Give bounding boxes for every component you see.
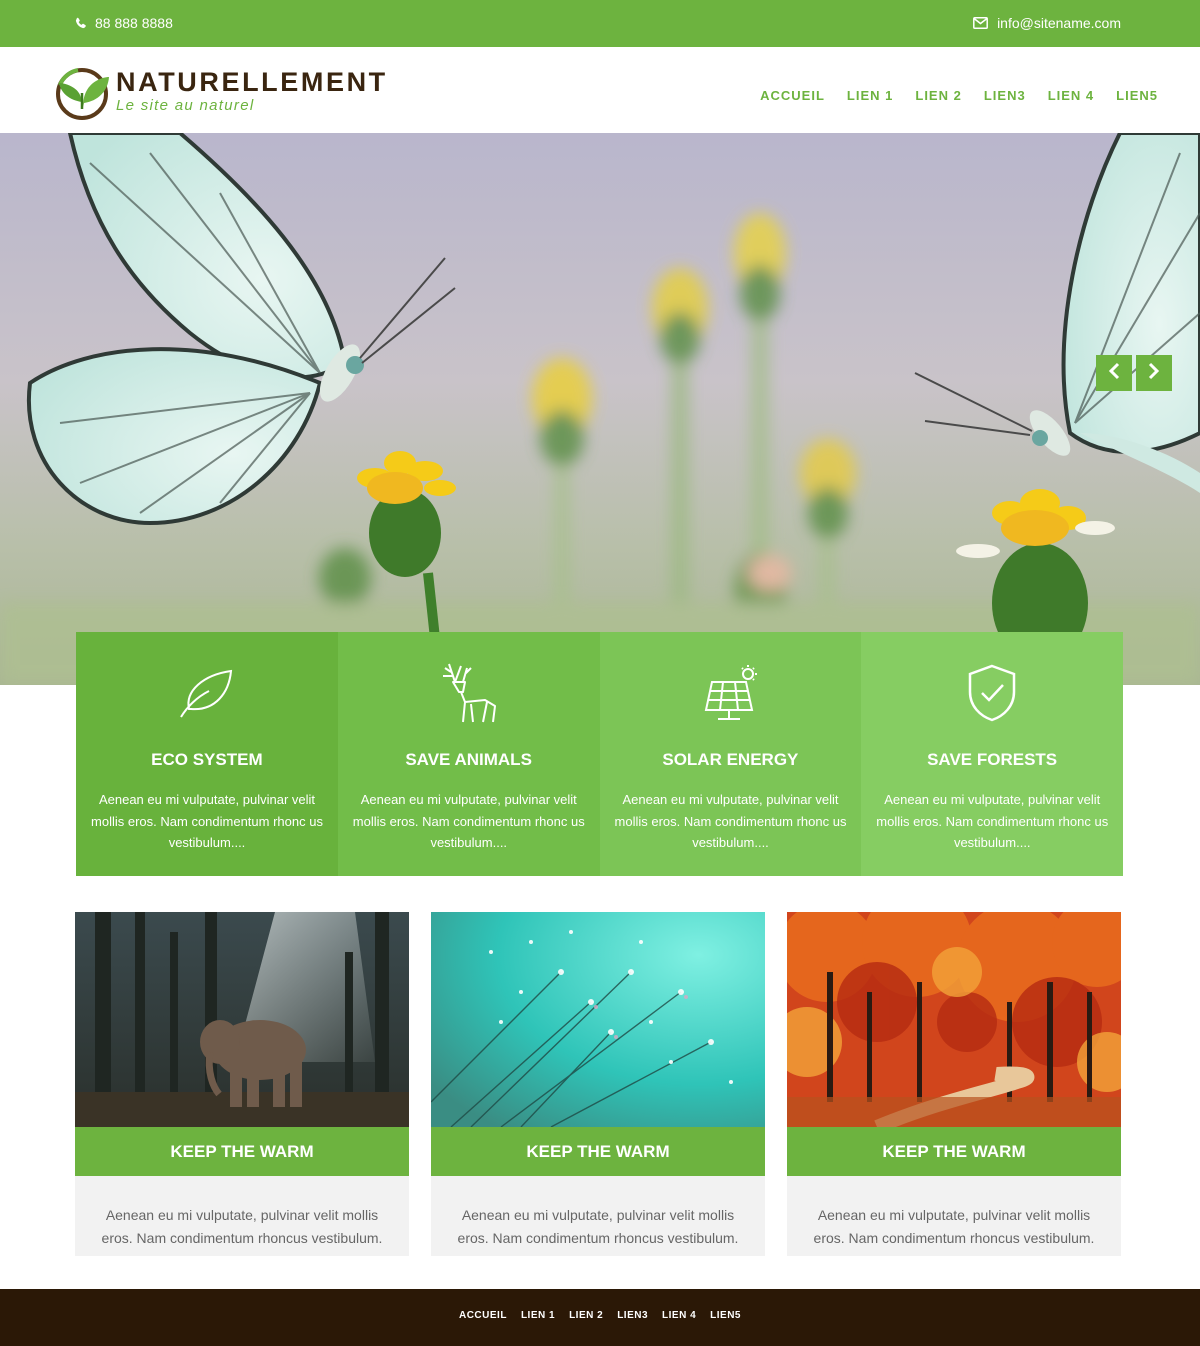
logo-tagline: Le site au naturel [116,97,255,114]
card-title: KEEP THE WARM [431,1127,765,1176]
card-autumn[interactable]: KEEP THE WARM Aenean eu mi vulputate, pu… [787,912,1121,1256]
leaf-logo-icon [54,63,112,126]
site-header: NATURELLEMENT Le site au naturel ACCUEIL… [0,47,1200,133]
top-bar: 88 888 8888 info@sitename.com [0,0,1200,47]
chevron-right-icon [1147,362,1161,385]
features-row: ECO SYSTEM Aenean eu mi vulputate, pulvi… [76,632,1123,876]
feature-title: SAVE FORESTS [927,750,1058,769]
feature-save-animals: SAVE ANIMALS Aenean eu mi vulputate, pul… [337,632,600,876]
card-dandelion[interactable]: KEEP THE WARM Aenean eu mi vulputate, pu… [431,912,765,1256]
card-title: KEEP THE WARM [75,1127,409,1176]
solar-panel-icon [600,662,862,724]
phone-contact[interactable]: 88 888 8888 [74,15,173,31]
leaf-icon [76,662,338,724]
feature-text: Aenean eu mi vulputate, pulvinar velit m… [614,792,847,850]
nav-item-accueil[interactable]: ACCUEIL [760,88,825,103]
footer-nav-item-lien-3[interactable]: LIEN3 [617,1310,648,1321]
slider-prev-button[interactable] [1096,355,1132,391]
feature-title: ECO SYSTEM [151,750,263,769]
elephant-forest-image [75,912,409,1127]
nav-item-lien-1[interactable]: LIEN 1 [847,88,893,103]
hero-slider [0,133,1200,685]
autumn-forest-image [787,912,1121,1127]
footer-nav-item-lien-4[interactable]: LIEN 4 [662,1310,696,1321]
dandelion-dew-image [431,912,765,1127]
footer-nav: ACCUEIL LIEN 1 LIEN 2 LIEN3 LIEN 4 LIEN5 [0,1310,1200,1321]
footer-nav-item-lien-1[interactable]: LIEN 1 [521,1310,555,1321]
card-text: Aenean eu mi vulputate, pulvinar velit m… [457,1207,739,1246]
feature-text: Aenean eu mi vulputate, pulvinar velit m… [91,792,323,850]
footer-nav-item-lien-2[interactable]: LIEN 2 [569,1310,603,1321]
card-text: Aenean eu mi vulputate, pulvinar velit m… [101,1207,383,1246]
shield-check-icon [861,662,1123,724]
slider-next-button[interactable] [1136,355,1172,391]
phone-icon [74,17,87,30]
feature-text: Aenean eu mi vulputate, pulvinar velit m… [352,792,585,850]
site-footer: ACCUEIL LIEN 1 LIEN 2 LIEN3 LIEN 4 LIEN5 [0,1289,1200,1346]
feature-title: SOLAR ENERGY [662,750,799,769]
chevron-left-icon [1107,362,1121,385]
logo-name: NATURELLEMENT [116,67,388,97]
email-address: info@sitename.com [997,15,1121,31]
nav-item-lien-3[interactable]: LIEN3 [984,88,1026,103]
cards-row: KEEP THE WARM Aenean eu mi vulputate, pu… [75,912,1121,1256]
nav-item-lien-4[interactable]: LIEN 4 [1048,88,1094,103]
site-logo[interactable]: NATURELLEMENT Le site au naturel [54,63,394,121]
nav-item-lien-2[interactable]: LIEN 2 [915,88,961,103]
footer-nav-item-accueil[interactable]: ACCUEIL [459,1310,507,1321]
feature-save-forests: SAVE FORESTS Aenean eu mi vulputate, pul… [861,632,1123,876]
card-elephant[interactable]: KEEP THE WARM Aenean eu mi vulputate, pu… [75,912,409,1256]
feature-text: Aenean eu mi vulputate, pulvinar velit m… [876,792,1109,850]
butterflies-hero-image [0,133,1200,685]
deer-icon [338,662,600,724]
email-contact[interactable]: info@sitename.com [973,15,1121,31]
feature-eco-system: ECO SYSTEM Aenean eu mi vulputate, pulvi… [76,632,338,876]
card-title: KEEP THE WARM [787,1127,1121,1176]
main-nav: ACCUEIL LIEN 1 LIEN 2 LIEN3 LIEN 4 LIEN5 [738,88,1158,103]
nav-item-lien-5[interactable]: LIEN5 [1116,88,1158,103]
card-text: Aenean eu mi vulputate, pulvinar velit m… [813,1207,1095,1246]
footer-nav-item-lien-5[interactable]: LIEN5 [710,1310,741,1321]
envelope-icon [973,17,989,29]
phone-number: 88 888 8888 [95,15,173,31]
feature-solar-energy: SOLAR ENERGY Aenean eu mi vulputate, pul… [599,632,862,876]
feature-title: SAVE ANIMALS [405,750,532,769]
